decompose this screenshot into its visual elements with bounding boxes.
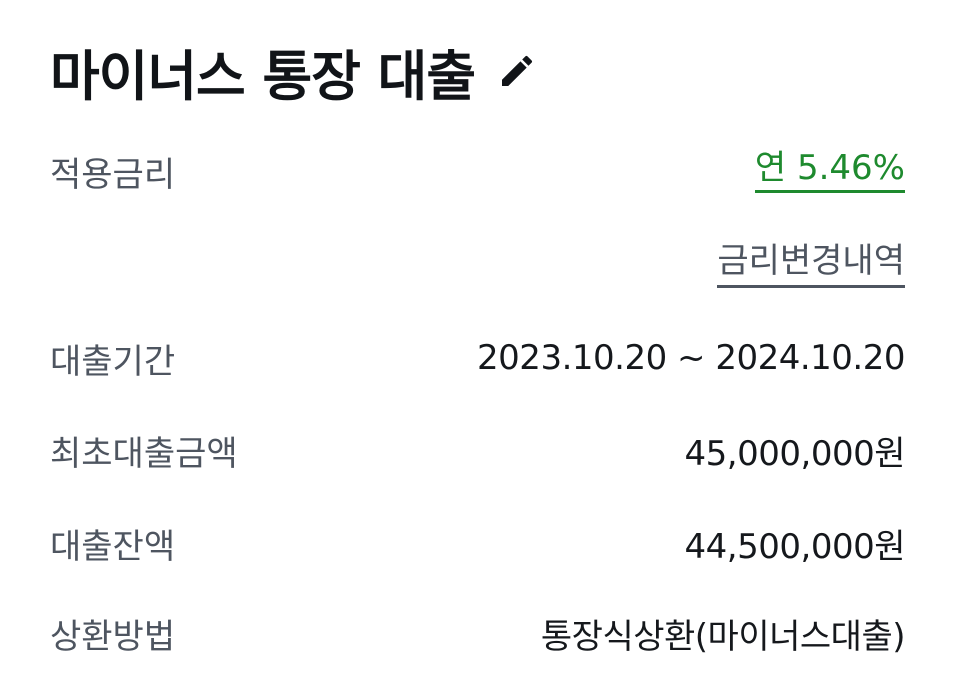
edit-title-button[interactable] bbox=[495, 49, 539, 93]
initial-amount-value: 45,000,000원 bbox=[684, 433, 906, 474]
balance-value: 44,500,000원 bbox=[684, 526, 906, 567]
page-title: 마이너스 통장 대출 bbox=[50, 44, 476, 108]
rate-row: 적용금리 연 5.46% bbox=[50, 146, 905, 196]
period-value: 2023.10.20 ~ 2024.10.20 bbox=[477, 338, 905, 378]
repayment-value: 통장식상환(마이너스대출) bbox=[540, 616, 906, 657]
period-label: 대출기간 bbox=[50, 341, 176, 382]
title-row: 마이너스 통장 대출 bbox=[50, 36, 539, 108]
pencil-icon bbox=[502, 55, 533, 86]
rate-value-link[interactable]: 연 5.46% bbox=[754, 148, 905, 194]
rate-label: 적용금리 bbox=[50, 154, 176, 195]
repayment-row: 상환방법 통장식상환(마이너스대출) bbox=[50, 608, 906, 658]
initial-amount-row: 최초대출금액 45,000,000원 bbox=[50, 425, 906, 475]
balance-row: 대출잔액 44,500,000원 bbox=[50, 518, 906, 568]
repayment-label: 상환방법 bbox=[50, 616, 176, 657]
initial-amount-label: 최초대출금액 bbox=[50, 433, 238, 474]
rate-history-link[interactable]: 금리변경내역 bbox=[717, 241, 905, 289]
period-row: 대출기간 2023.10.20 ~ 2024.10.20 bbox=[50, 333, 905, 383]
rate-history-row: 금리변경내역 bbox=[50, 240, 905, 290]
loan-detail-page: 마이너스 통장 대출 적용금리 연 5.46% 금리변경내역 대출기간 2023… bbox=[0, 0, 960, 685]
balance-label: 대출잔액 bbox=[50, 526, 176, 567]
